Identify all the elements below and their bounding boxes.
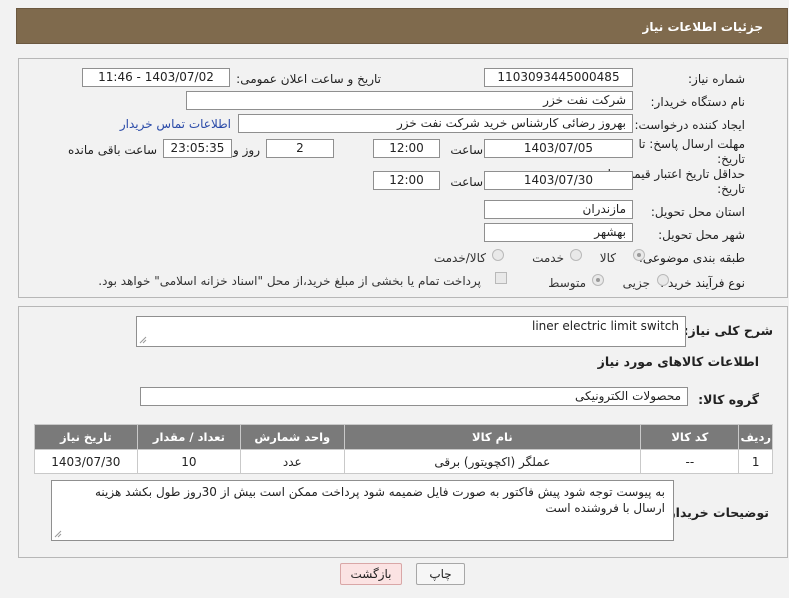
cell-item-code: -- [640, 449, 740, 474]
col-need-date: تاریخ نیاز [34, 424, 138, 450]
announce-date-field: 1403/07/02 - 11:46 [82, 68, 230, 87]
buyer-org-label: نام دستگاه خریدار: [650, 95, 746, 109]
category-goods-service-label: کالا/خدمت [433, 251, 486, 265]
province-label: استان محل تحویل: [650, 205, 745, 219]
buyer-org-field: شرکت نفت خزر [186, 91, 633, 110]
page-header: جزئیات اطلاعات نیاز [16, 8, 788, 44]
deadline-time-field: 12:00 [373, 139, 440, 158]
validity-date-label: تاریخ: [717, 182, 745, 196]
print-button[interactable]: چاپ [416, 563, 465, 585]
remaining-time-field: 23:05:35 [163, 139, 232, 158]
cell-item-name: عملگر (اکچویتور) برقی [343, 449, 642, 474]
need-summary-text: liner electric limit switch [531, 319, 679, 333]
announce-date-label: تاریخ و ساعت اعلان عمومی: [236, 72, 381, 86]
need-number-field: 1103093445000485 [484, 68, 633, 87]
category-label: طبقه بندی موضوعی: [638, 251, 745, 265]
goods-group-field: محصولات الکترونیکی [140, 387, 688, 406]
goods-table-header: ردیف کد کالا نام کالا واحد شمارش تعداد /… [34, 424, 773, 450]
col-unit: واحد شمارش [240, 424, 345, 450]
table-row: 1 -- عملگر (اکچویتور) برقی عدد 10 1403/0… [34, 449, 773, 474]
deadline-date-label: تاریخ: [717, 152, 745, 166]
category-service-radio[interactable] [570, 249, 582, 261]
city-label: شهر محل تحویل: [658, 228, 745, 242]
col-row-number: ردیف [738, 424, 773, 450]
buyer-notes-label: توضیحات خریدار: [663, 505, 769, 520]
buyer-contact-link[interactable]: اطلاعات تماس خریدار [120, 117, 231, 131]
need-summary-textarea[interactable]: liner electric limit switch [136, 316, 686, 347]
goods-info-title: اطلاعات کالاهای مورد نیاز [597, 354, 759, 369]
validity-time-label: ساعت [450, 175, 483, 189]
validity-date-field: 1403/07/30 [484, 171, 633, 190]
cell-need-date: 1403/07/30 [34, 449, 138, 474]
need-summary-label: شرح کلی نیاز: [683, 323, 773, 338]
days-label: روز و [233, 143, 260, 157]
deadline-label: مهلت ارسال پاسخ: تا [638, 137, 745, 151]
treasury-payment-note: پرداخت تمام یا بخشی از مبلغ خرید،از محل … [98, 274, 481, 288]
category-goods-service-radio[interactable] [492, 249, 504, 261]
deadline-time-label: ساعت [450, 143, 483, 157]
remaining-days-field: 2 [266, 139, 334, 158]
creator-field: بهروز رضائی کارشناس خرید شرکت نفت خزر [238, 114, 633, 133]
province-field: مازندران [484, 200, 633, 219]
cell-row-number: 1 [738, 449, 773, 474]
city-field: بهشهر [484, 223, 633, 242]
creator-label: ایجاد کننده درخواست: [634, 118, 745, 132]
category-service-label: خدمت [532, 251, 564, 265]
col-item-name: نام کالا [343, 424, 642, 450]
remaining-time-label: ساعت باقی مانده [67, 143, 157, 157]
cell-unit: عدد [240, 449, 345, 474]
back-button[interactable]: بازگشت [340, 563, 402, 585]
category-goods-radio[interactable] [633, 249, 645, 261]
treasury-payment-checkbox[interactable] [495, 272, 507, 284]
goods-group-label: گروه کالا: [698, 392, 759, 407]
goods-table: ردیف کد کالا نام کالا واحد شمارش تعداد /… [34, 424, 773, 474]
process-minor-label: جزیی [622, 276, 650, 290]
cell-quantity: 10 [136, 449, 242, 474]
need-number-label: شماره نیاز: [688, 72, 745, 86]
process-medium-label: متوسط [548, 276, 586, 290]
process-minor-radio[interactable] [657, 274, 669, 286]
deadline-date-field: 1403/07/05 [484, 139, 633, 158]
process-label: نوع فرآیند خرید : [660, 276, 745, 290]
page-title: جزئیات اطلاعات نیاز [642, 20, 763, 34]
col-quantity: تعداد / مقدار [136, 424, 242, 450]
resize-grip-icon [54, 530, 62, 538]
validity-time-field: 12:00 [373, 171, 440, 190]
resize-grip-icon [139, 336, 147, 344]
buyer-notes-textarea[interactable]: به پیوست توجه شود پیش فاکتور به صورت فای… [51, 480, 674, 541]
buyer-notes-text: به پیوست توجه شود پیش فاکتور به صورت فای… [95, 485, 665, 515]
category-goods-label: کالا [599, 251, 616, 265]
col-item-code: کد کالا [640, 424, 740, 450]
process-medium-radio[interactable] [592, 274, 604, 286]
